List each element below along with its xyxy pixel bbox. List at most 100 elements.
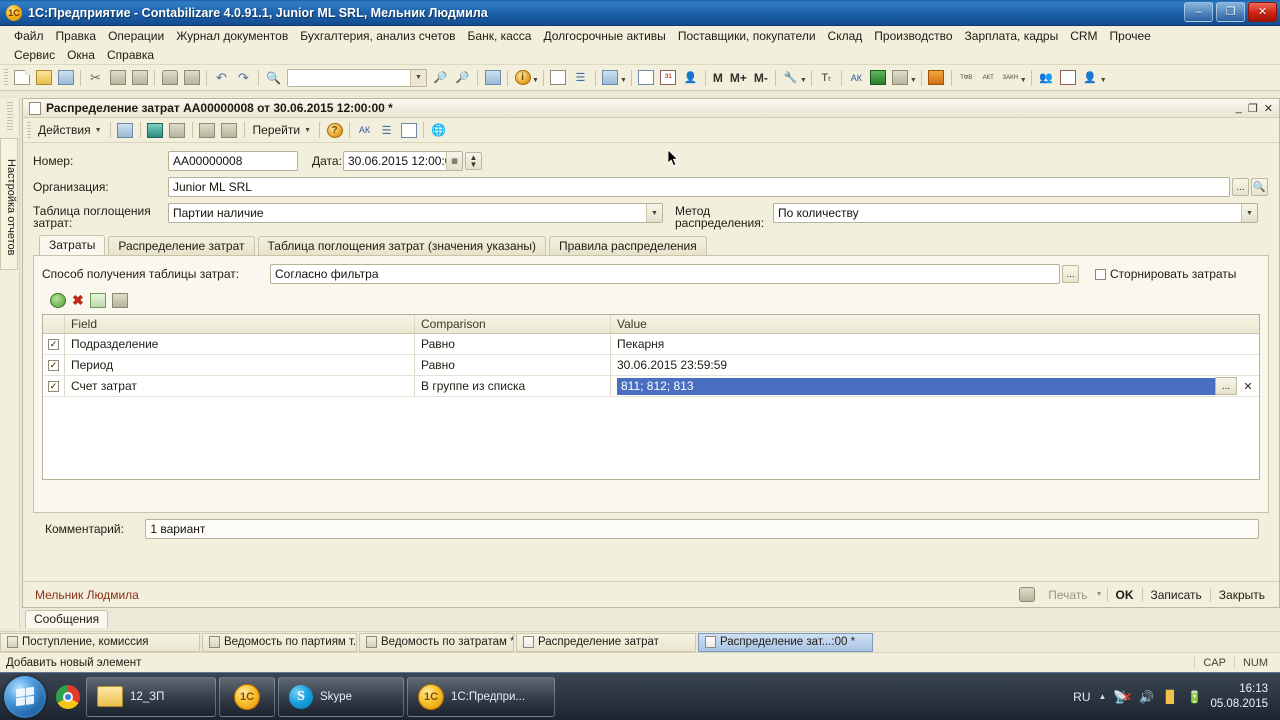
menu-item-edit[interactable]: Правка xyxy=(50,29,103,43)
menu-item-help[interactable]: Справка xyxy=(101,48,160,62)
row-field[interactable]: Период xyxy=(65,355,415,375)
search-icon[interactable]: 🔍 xyxy=(263,67,284,88)
post-document-icon[interactable] xyxy=(115,120,136,141)
tab-cost-distribution[interactable]: Распределение затрат xyxy=(108,236,255,255)
taskbar-button-folder[interactable]: 12_ЗП xyxy=(86,676,216,717)
tab-absorption-table[interactable]: Таблица поглощения затрат (значения указ… xyxy=(257,236,546,255)
menu-item-operations[interactable]: Операции xyxy=(102,29,170,43)
actions-menu-button[interactable]: Действия ▼ xyxy=(34,121,106,140)
akt-report-icon[interactable]: АКТ xyxy=(978,67,999,88)
tab-costs[interactable]: Затраты xyxy=(39,235,106,255)
chevron-down-icon[interactable]: ▼ xyxy=(1241,204,1257,222)
row-value[interactable]: 30.06.2015 23:59:59 xyxy=(611,355,1259,375)
sidebar-item-report-settings[interactable]: Настройка отчетов xyxy=(0,138,18,270)
comment-input[interactable]: 1 вариант xyxy=(145,519,1259,539)
person-doc-icon[interactable]: 👤 xyxy=(1080,67,1101,88)
chevron-down-icon[interactable]: ▼ xyxy=(1100,77,1107,84)
menu-item-payroll[interactable]: Зарплата, кадры xyxy=(959,29,1065,43)
task-list-icon[interactable] xyxy=(548,67,569,88)
calendar-icon[interactable]: 31 xyxy=(658,67,679,88)
close-button[interactable]: ✕ xyxy=(1248,2,1277,22)
open-folder-icon[interactable] xyxy=(33,67,54,88)
cut-icon[interactable]: ✂ xyxy=(85,67,106,88)
write-document-icon[interactable] xyxy=(197,120,218,141)
distribution-method-select[interactable]: По количеству ▼ xyxy=(773,203,1258,223)
checkbox-box[interactable]: ✓ xyxy=(48,359,59,371)
grid-header-value[interactable]: Value xyxy=(611,315,1259,333)
menu-item-doc-journal[interactable]: Журнал документов xyxy=(170,29,294,43)
grid-header-field[interactable]: Field xyxy=(65,315,415,333)
post-and-close-icon[interactable] xyxy=(167,120,188,141)
structure-icon[interactable]: ☰ xyxy=(376,120,397,141)
undo-icon[interactable]: ↶ xyxy=(211,67,232,88)
delete-row-icon[interactable]: ✖ xyxy=(72,293,84,307)
checkbox-box[interactable]: ✓ xyxy=(48,380,59,392)
find-next-icon[interactable]: 🔎 xyxy=(430,67,451,88)
memory-button[interactable]: M xyxy=(710,71,726,85)
signal-icon[interactable]: ▉ xyxy=(1162,688,1178,705)
quick-launch-chrome[interactable] xyxy=(50,676,86,718)
chevron-down-icon[interactable]: ▼ xyxy=(1096,591,1103,598)
organization-input[interactable]: Junior ML SRL xyxy=(168,177,1230,197)
row-field[interactable]: Подразделение xyxy=(65,334,415,354)
document-minimize-button[interactable]: _ xyxy=(1236,102,1242,115)
start-button[interactable] xyxy=(4,675,46,718)
reverse-costs-checkbox[interactable]: Сторнировать затраты xyxy=(1095,267,1236,281)
register-records-icon[interactable] xyxy=(398,120,419,141)
employees-icon[interactable]: 👥 xyxy=(1036,67,1057,88)
chevron-down-icon[interactable]: ▼ xyxy=(532,77,539,84)
paste-icon[interactable] xyxy=(129,67,150,88)
calculator-icon[interactable] xyxy=(600,67,621,88)
row-value-editor[interactable]: 811; 812; 813 ... ✕ xyxy=(611,376,1259,396)
windows-list-icon[interactable] xyxy=(482,67,503,88)
edit-row-icon[interactable] xyxy=(89,292,106,308)
books-icon[interactable] xyxy=(868,67,889,88)
copy-row-icon[interactable] xyxy=(111,292,128,308)
show-hidden-icons-button[interactable]: ▲ xyxy=(1099,692,1107,701)
menu-item-file[interactable]: Файл xyxy=(8,29,50,43)
redo-icon[interactable]: ↷ xyxy=(233,67,254,88)
action-bar-grip[interactable] xyxy=(27,121,31,139)
row-checkbox[interactable]: ✓ xyxy=(43,376,65,396)
taskbar-button-onec-2[interactable]: 1C 1С:Предпри... xyxy=(407,676,555,717)
accounts-icon[interactable]: AК xyxy=(846,67,867,88)
print-icon[interactable] xyxy=(159,67,180,88)
table-row-selected[interactable]: ✓ Счет затрат В группе из списка 811; 81… xyxy=(43,376,1259,397)
maximize-button[interactable]: ❐ xyxy=(1216,2,1245,22)
row-comparison[interactable]: В группе из списка xyxy=(415,376,611,396)
row-value-clear-button[interactable]: ✕ xyxy=(1237,377,1259,395)
toolbar-grip[interactable] xyxy=(4,69,8,86)
add-row-icon[interactable] xyxy=(50,292,66,308)
menu-item-accounting[interactable]: Бухгалтерия, анализ счетов xyxy=(294,29,461,43)
number-input[interactable]: AA00000008 xyxy=(168,151,298,171)
calendar-picker-icon[interactable]: ▦ xyxy=(446,152,462,170)
row-comparison[interactable]: Равно xyxy=(415,355,611,375)
menu-item-other[interactable]: Прочее xyxy=(1104,29,1157,43)
table-row[interactable]: ✓ Период Равно 30.06.2015 23:59:59 xyxy=(43,355,1259,376)
grid-header-comparison[interactable]: Comparison xyxy=(415,315,611,333)
memory-sub-button[interactable]: M- xyxy=(751,71,771,85)
date-input[interactable]: 30.06.2015 12:00:00 ▦ xyxy=(343,151,463,171)
battery-icon[interactable]: 🔋 xyxy=(1186,688,1202,705)
table-icon[interactable] xyxy=(636,67,657,88)
chevron-down-icon[interactable]: ▼ xyxy=(410,69,426,86)
row-comparison[interactable]: Равно xyxy=(415,334,611,354)
row-checkbox[interactable]: ✓ xyxy=(43,355,65,375)
unpost-icon[interactable] xyxy=(219,120,240,141)
font-icon[interactable]: Tₜ xyxy=(816,67,837,88)
globe-icon[interactable]: 🌐 xyxy=(428,120,449,141)
settings-wrench-icon[interactable]: 🔧 xyxy=(780,67,801,88)
refresh-icon[interactable] xyxy=(145,120,166,141)
save-icon[interactable] xyxy=(55,67,76,88)
taskbar-button-onec-1[interactable]: 1C xyxy=(219,676,275,717)
zakn-report-icon[interactable]: ЗАКН xyxy=(1000,67,1021,88)
chevron-down-icon[interactable]: ▼ xyxy=(620,77,627,84)
bullet-list-icon[interactable]: ☰ xyxy=(570,67,591,88)
memory-add-button[interactable]: M+ xyxy=(727,71,750,85)
chevron-down-icon[interactable]: ▼ xyxy=(1020,77,1027,84)
print-icon[interactable] xyxy=(1019,587,1036,602)
help-icon[interactable]: ? xyxy=(324,120,345,141)
mdi-item-vedomost-partiyam[interactable]: Ведомость по партиям т... xyxy=(202,632,357,652)
grid-empty-area[interactable] xyxy=(43,397,1259,479)
clock[interactable]: 16:13 05.08.2015 xyxy=(1210,682,1272,712)
